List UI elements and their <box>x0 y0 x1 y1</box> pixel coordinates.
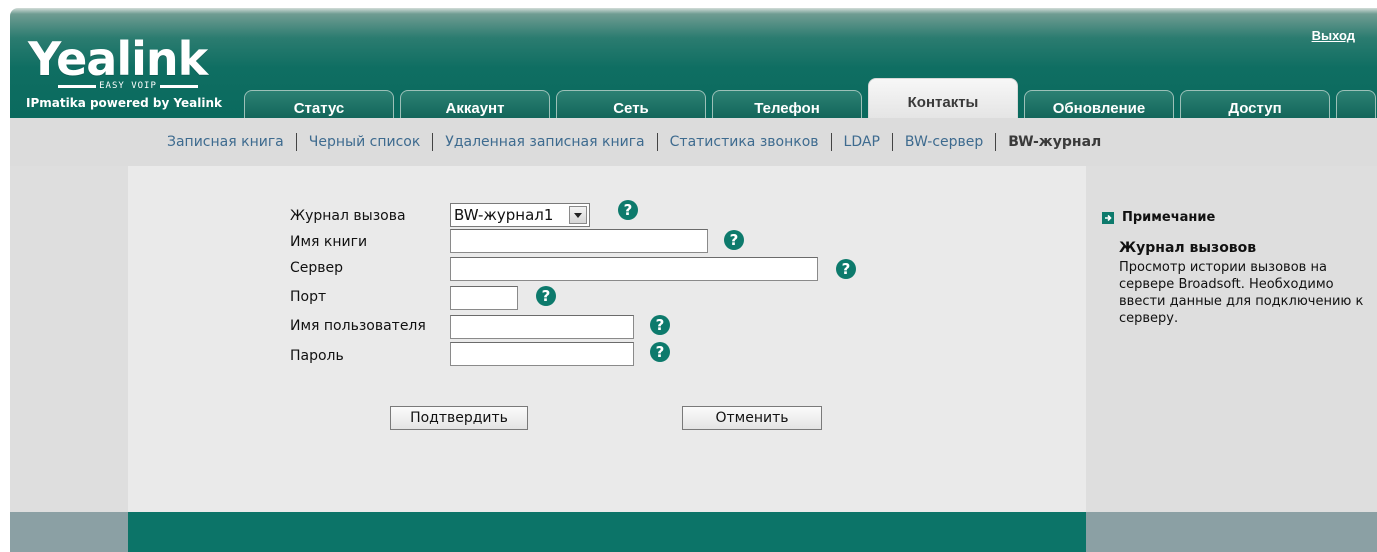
subnav-ldap[interactable]: LDAP <box>844 134 880 150</box>
cancel-button[interactable]: Отменить <box>682 406 822 430</box>
server-input[interactable] <box>450 257 818 281</box>
call-log-label: Журнал вызова <box>290 208 406 224</box>
port-label: Порт <box>290 289 327 305</box>
main-content: Журнал вызова BW-журнал1 ? Имя книги ? С… <box>128 166 1086 512</box>
footer-left <box>10 512 128 552</box>
book-name-input[interactable] <box>450 229 708 253</box>
subnav-bw-log[interactable]: BW-журнал <box>1008 134 1101 150</box>
help-icon[interactable]: ? <box>836 259 856 279</box>
footer-bar <box>128 512 1086 552</box>
username-label: Имя пользователя <box>290 318 426 334</box>
divider <box>995 133 997 151</box>
note-title: Журнал вызовов <box>1119 240 1257 256</box>
footer-right <box>1086 512 1377 552</box>
note-heading-label: Примечание <box>1122 210 1216 225</box>
logo: Yealink EASY VOIP IPmatika powered by Ye… <box>26 32 222 110</box>
call-log-select-value: BW-журнал1 <box>454 206 554 224</box>
password-label: Пароль <box>290 348 344 364</box>
help-icon[interactable]: ? <box>650 342 670 362</box>
help-icon[interactable]: ? <box>536 286 556 306</box>
call-log-select[interactable]: BW-журнал1 <box>450 203 590 227</box>
port-input[interactable] <box>450 286 518 310</box>
divider <box>891 133 893 151</box>
header: Yealink EASY VOIP IPmatika powered by Ye… <box>10 8 1377 126</box>
subnav-blacklist[interactable]: Черный список <box>309 134 421 150</box>
divider <box>432 133 434 151</box>
logo-tagline: EASY VOIP <box>58 81 198 91</box>
logout-link[interactable]: Выход <box>1312 28 1355 43</box>
arrow-square-icon <box>1102 211 1114 224</box>
help-icon[interactable]: ? <box>650 315 670 335</box>
help-icon[interactable]: ? <box>618 200 638 220</box>
username-input[interactable] <box>450 315 634 339</box>
sub-navigation: Записная книга Черный список Удаленная з… <box>10 118 1377 166</box>
subnav-bw-server[interactable]: BW-сервер <box>905 134 983 150</box>
divider <box>656 133 658 151</box>
server-label: Сервер <box>290 260 344 276</box>
page: Yealink EASY VOIP IPmatika powered by Ye… <box>0 0 1377 552</box>
logo-subtitle: IPmatika powered by Yealink <box>26 96 223 110</box>
subnav-call-statistics[interactable]: Статистика звонков <box>670 134 819 150</box>
password-input[interactable] <box>450 342 634 366</box>
confirm-button[interactable]: Подтвердить <box>390 406 528 430</box>
divider <box>295 133 297 151</box>
book-name-label: Имя книги <box>290 234 368 250</box>
subnav-remote-phonebook[interactable]: Удаленная записная книга <box>445 134 644 150</box>
logo-wordmark: Yealink <box>28 32 208 86</box>
note-panel: Примечание Журнал вызовов Просмотр истор… <box>1086 166 1377 512</box>
note-heading: Примечание <box>1102 210 1215 225</box>
subnav-phonebook[interactable]: Записная книга <box>167 134 284 150</box>
help-icon[interactable]: ? <box>724 230 744 250</box>
chevron-down-icon[interactable] <box>569 206 587 224</box>
divider <box>830 133 832 151</box>
left-column <box>10 166 128 512</box>
note-text: Просмотр истории вызовов на сервере Broa… <box>1119 260 1364 326</box>
